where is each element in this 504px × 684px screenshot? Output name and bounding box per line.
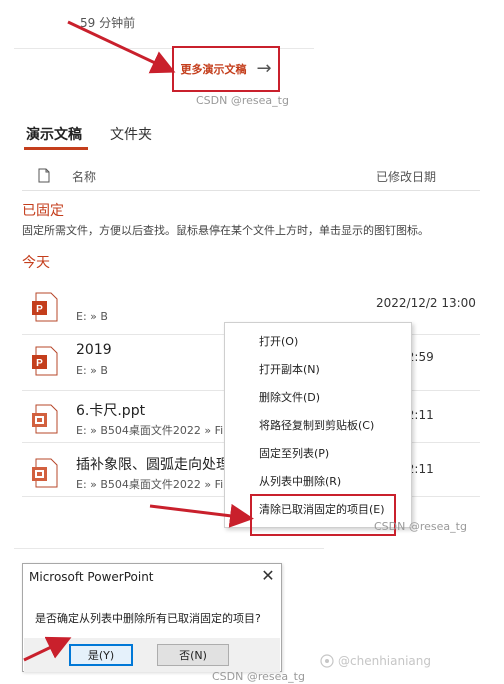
column-header-modified[interactable]: 已修改日期	[376, 168, 436, 185]
dialog-message: 是否确定从列表中删除所有已取消固定的项目?	[35, 612, 261, 625]
pinned-section-description: 固定所需文件，方便以后查找。鼠标悬停在某个文件上方时，单击显示的图钉图标。	[22, 224, 429, 237]
divider	[22, 190, 480, 191]
file-modified-date: 2022/12/2 13:00	[376, 296, 476, 310]
more-documents-link[interactable]: 更多演示文稿 →	[172, 46, 280, 92]
tab-presentations[interactable]: 演示文稿	[26, 124, 82, 144]
yes-button[interactable]: 是(Y)	[69, 644, 133, 666]
watermark: CSDN @resea_tg	[212, 670, 305, 683]
tab-folders[interactable]: 文件夹	[110, 124, 152, 144]
pinned-section-title: 已固定	[22, 203, 64, 219]
column-header-name[interactable]: 名称	[72, 168, 96, 185]
watermark-brand: @chenhianiang	[338, 654, 431, 668]
more-documents-label: 更多演示文稿	[180, 63, 247, 76]
powerpoint-file-icon: P	[32, 292, 58, 322]
svg-text:P: P	[36, 358, 43, 369]
menu-item-pin-to-list[interactable]: 固定至列表(P)	[259, 445, 329, 461]
powerpoint-show-file-icon	[32, 458, 58, 488]
watermark-logo-icon	[320, 654, 334, 668]
file-name: 6.卡尺.ppt	[76, 403, 146, 419]
file-path: E: » B504桌面文件2022 » Fil	[76, 478, 227, 491]
menu-item-copy-path[interactable]: 将路径复制到剪贴板(C)	[259, 417, 374, 433]
file-path: E: » B504桌面文件2022 » Fil	[76, 424, 227, 437]
menu-item-open-copy[interactable]: 打开副本(N)	[259, 361, 320, 377]
watermark: CSDN @resea_tg	[196, 94, 289, 107]
powerpoint-show-file-icon	[32, 404, 58, 434]
arrow-right-icon: →	[256, 58, 272, 79]
watermark: CSDN @resea_tg	[374, 520, 467, 533]
file-name: 插补象限、圆弧走向处理	[76, 457, 230, 473]
close-icon[interactable]: ✕	[259, 566, 277, 585]
file-name: 2019	[76, 342, 112, 358]
confirm-dialog: Microsoft PowerPoint ✕ 是否确定从列表中删除所有已取消固定…	[22, 563, 282, 672]
file-path: E: » B	[76, 364, 108, 377]
file-icon	[38, 168, 50, 183]
recent-time-label: 59 分钟前	[80, 16, 136, 30]
dialog-title: Microsoft PowerPoint	[29, 570, 154, 584]
menu-item-remove-from-list[interactable]: 从列表中删除(R)	[259, 473, 341, 489]
menu-item-delete-file[interactable]: 删除文件(D)	[259, 389, 320, 405]
file-path: E: » B	[76, 310, 108, 323]
powerpoint-file-icon: P	[32, 346, 58, 376]
today-section-title: 今天	[22, 255, 50, 271]
divider	[14, 548, 324, 549]
active-tab-indicator	[24, 147, 88, 150]
svg-text:P: P	[36, 304, 43, 315]
no-button[interactable]: 否(N)	[157, 644, 229, 666]
dialog-footer	[24, 638, 280, 672]
menu-item-open[interactable]: 打开(O)	[259, 333, 298, 349]
